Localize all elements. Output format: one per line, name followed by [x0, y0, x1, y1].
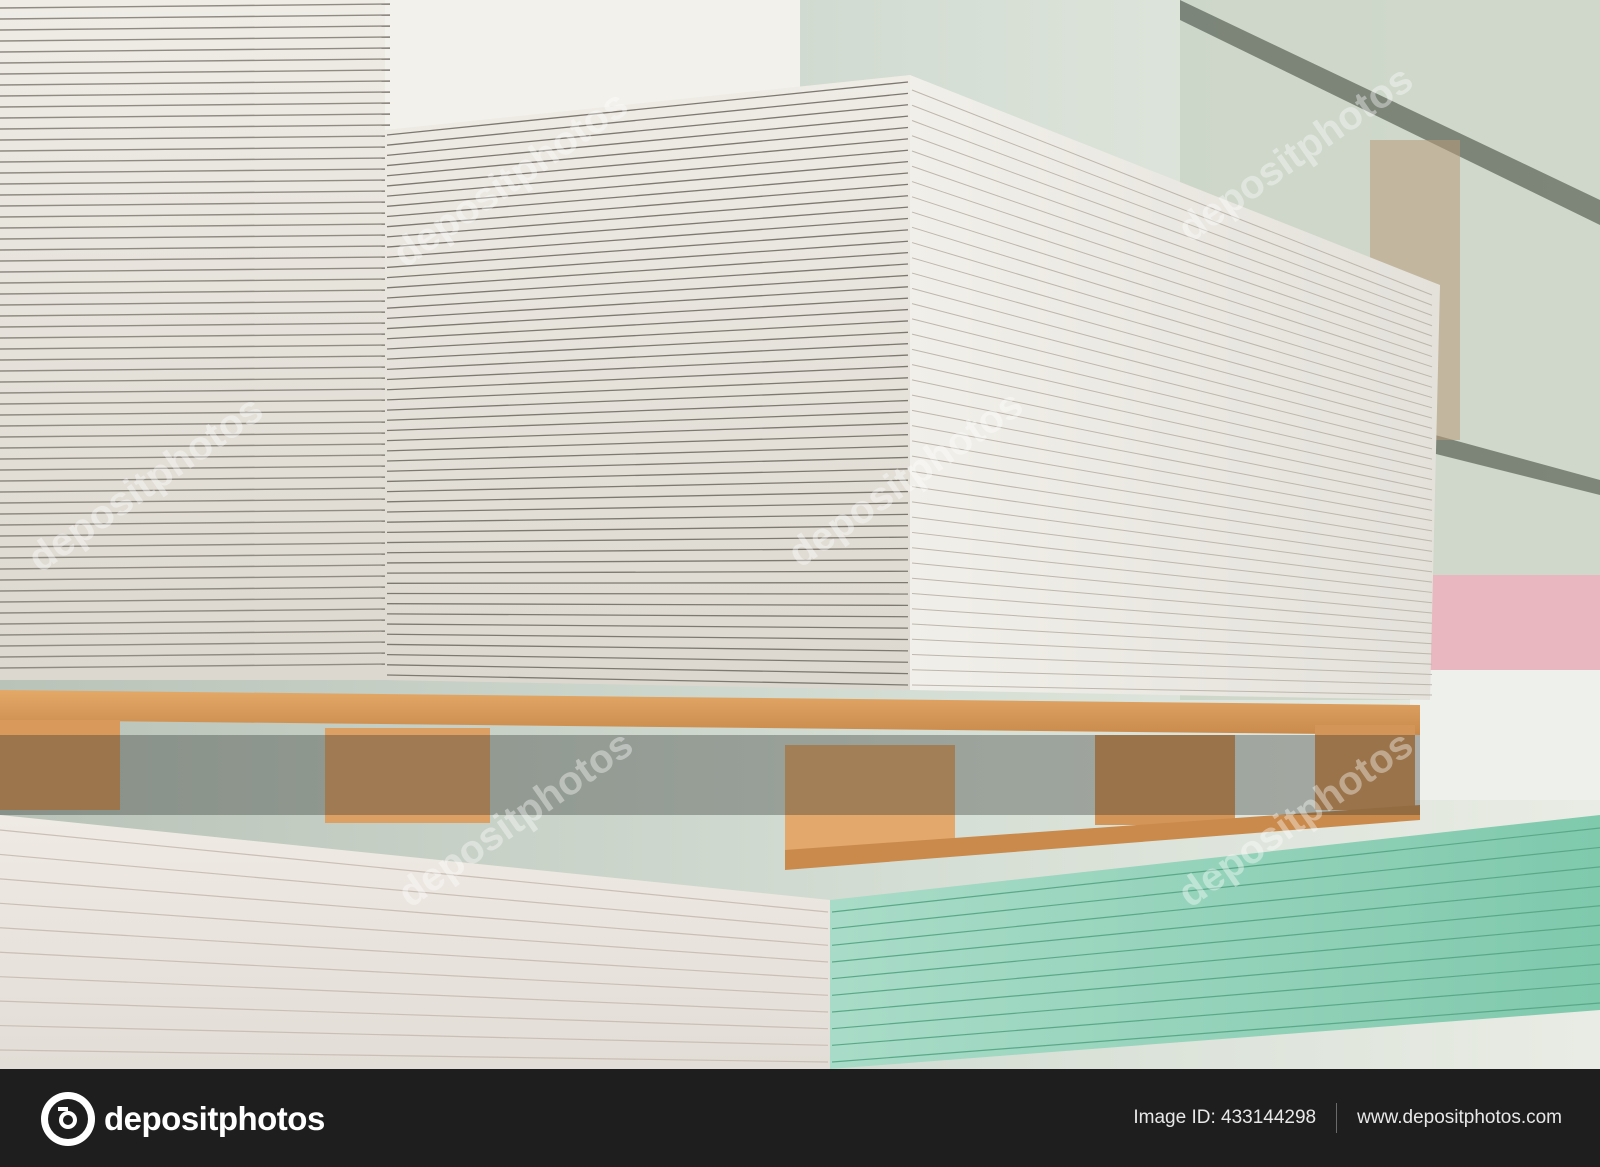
depositphotos-logo[interactable]: depositphotos — [40, 1091, 325, 1147]
background-pink-boards — [1420, 575, 1600, 670]
camera-logo-icon — [41, 1092, 95, 1146]
drywall-stack-photo — [0, 0, 1600, 1069]
logo-wordmark: depositphotos — [104, 1100, 325, 1137]
website-link[interactable]: www.depositphotos.com — [1357, 1107, 1562, 1129]
background-white-wrap — [1410, 670, 1600, 800]
stock-footer-bar: depositphotos Image ID: 433144298 www.de… — [0, 1069, 1600, 1167]
meta-divider — [1336, 1103, 1338, 1133]
image-meta: Image ID: 433144298 www.depositphotos.co… — [1133, 1069, 1562, 1167]
board-edge-line — [386, 581, 909, 584]
image-id: Image ID: 433144298 — [1133, 1107, 1317, 1128]
stock-photo-page: depositphotos depositphotos depositphoto… — [0, 0, 1600, 1167]
